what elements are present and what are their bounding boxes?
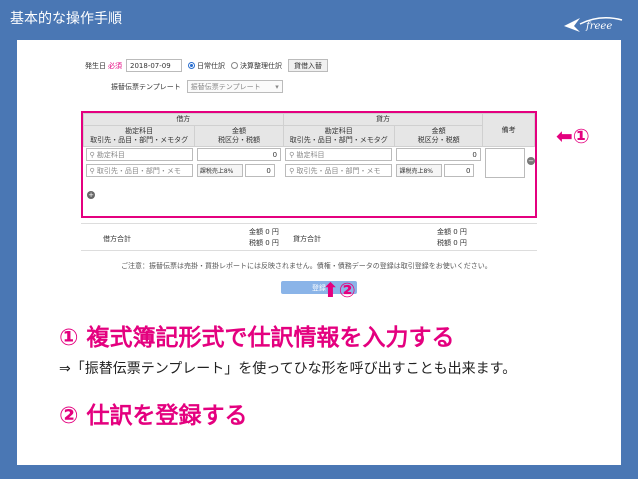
credit-tax-total: 税額 0 円 xyxy=(437,239,467,247)
date-label: 発生日 xyxy=(85,61,106,70)
debit-header: 借方 xyxy=(83,113,284,126)
radio-closing-label: 決算整理仕訳 xyxy=(240,61,282,70)
search-icon: ⚲ xyxy=(289,150,295,159)
search-icon: ⚲ xyxy=(89,166,95,175)
template-label: 振替伝票テンプレート xyxy=(111,82,181,91)
credit-tax-select[interactable]: 課税売上8% xyxy=(396,164,443,178)
step-two-heading: ② 仕訳を登録する xyxy=(59,403,248,429)
svg-text:freee: freee xyxy=(585,21,612,32)
search-icon: ⚲ xyxy=(289,166,295,175)
arrow-left-icon: ⬅ xyxy=(556,124,573,148)
content-panel: 発生日 必須 2018-07-09 日常仕訳 決算整理仕訳 貸借入替 振替伝票テ… xyxy=(17,40,621,465)
search-icon: ⚲ xyxy=(89,150,95,159)
remove-row-icon[interactable]: − xyxy=(527,157,535,165)
radio-selected-icon xyxy=(188,62,195,69)
debit-tax-select[interactable]: 課税売上8% xyxy=(196,164,243,178)
debit-tax-total: 税額 0 円 xyxy=(249,239,279,247)
callout-one: ⬅ ① xyxy=(556,124,590,148)
chevron-down-icon: ▾ xyxy=(275,82,279,91)
debit-amount-total: 金額 0 円 xyxy=(249,228,279,236)
debit-amount-input[interactable]: 0 xyxy=(196,148,282,161)
credit-amount-header: 金額 税区分・税額 xyxy=(393,125,484,147)
required-mark: 必須 xyxy=(108,61,122,70)
callout-two-label: ② xyxy=(338,278,356,302)
callout-two: ⬆ ② xyxy=(322,278,356,302)
notice-text: ご注意：振替伝票は売掛・買掛レポートには反映されません。債権・債務データの登録は… xyxy=(121,262,492,270)
step-one-note: ⇒「振替伝票テンプレート」を使ってひな形を呼び出すことも出来ます。 xyxy=(59,361,517,377)
credit-partner-input[interactable]: ⚲ 取引先・品目・部門・メモ xyxy=(285,164,393,178)
radio-normal[interactable]: 日常仕訳 xyxy=(188,61,225,71)
journal-table: 借方 貸方 備考 勘定科目 取引先・品目・部門・メモタグ 金額 税区分・税額 勘定科… xyxy=(82,113,535,179)
debit-account-header: 勘定科目 取引先・品目・部門・メモタグ xyxy=(82,125,196,147)
debit-total-label: 借方合計 xyxy=(103,235,131,243)
debit-partner-input[interactable]: ⚲ 取引先・品目・部門・メモ xyxy=(85,164,193,178)
debit-account-input[interactable]: ⚲ 勘定科目 xyxy=(85,148,193,161)
arrow-up-icon: ⬆ xyxy=(322,278,339,302)
swap-button[interactable]: 貸借入替 xyxy=(288,59,328,72)
credit-tax-amount[interactable]: 0 xyxy=(444,164,475,178)
totals-row: 借方合計 金額 0 円 税額 0 円 貸方合計 金額 0 円 税額 0 円 xyxy=(81,223,537,251)
memo-textarea[interactable] xyxy=(484,148,525,178)
credit-header: 貸方 xyxy=(282,113,484,126)
debit-tax-amount[interactable]: 0 xyxy=(244,164,275,178)
date-field[interactable]: 2018-07-09 xyxy=(126,59,182,72)
credit-total-label: 貸方合計 xyxy=(293,235,321,243)
memo-header: 備考 xyxy=(482,113,535,147)
add-row-icon[interactable]: + xyxy=(87,191,95,199)
callout-one-label: ① xyxy=(572,124,590,148)
freee-logo: freee xyxy=(564,17,623,32)
credit-account-input[interactable]: ⚲ 勘定科目 xyxy=(285,148,393,161)
credit-account-header: 勘定科目 取引先・品目・部門・メモタグ xyxy=(282,125,395,147)
template-placeholder: 振替伝票テンプレート xyxy=(190,82,261,91)
slide-title: 基本的な操作手順 xyxy=(10,11,122,27)
radio-unselected-icon xyxy=(231,62,238,69)
credit-amount-total: 金額 0 円 xyxy=(437,228,467,236)
step-one-heading: ① 複式簿記形式で仕訳情報を入力する xyxy=(59,325,455,351)
radio-normal-label: 日常仕訳 xyxy=(197,61,225,70)
credit-amount-input[interactable]: 0 xyxy=(396,148,481,161)
journal-form-screenshot: 発生日 必須 2018-07-09 日常仕訳 決算整理仕訳 貸借入替 振替伝票テ… xyxy=(81,55,551,320)
template-select[interactable]: 振替伝票テンプレート ▾ xyxy=(186,80,283,93)
debit-amount-header: 金額 税区分・税額 xyxy=(194,125,284,147)
radio-closing[interactable]: 決算整理仕訳 xyxy=(231,61,282,71)
